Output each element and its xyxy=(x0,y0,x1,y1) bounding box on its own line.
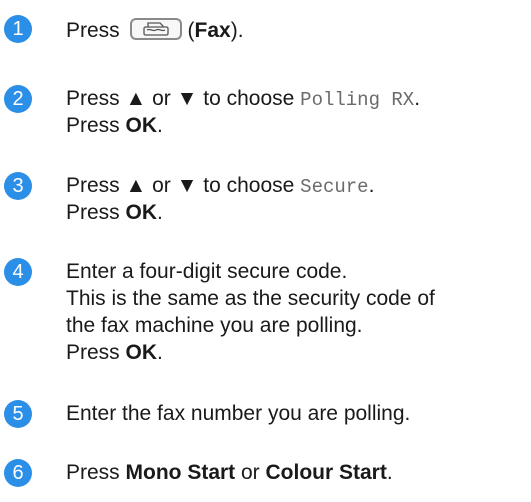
step-line: Press ▲ or ▼ to choose Polling RX. xyxy=(66,87,421,111)
step-text: Enter a four-digit secure code. This is … xyxy=(66,258,435,366)
step-number-badge: 2 xyxy=(4,85,32,113)
step-number-badge: 4 xyxy=(4,258,32,286)
step-number-badge: 1 xyxy=(4,15,32,43)
step-text: Press (Fax). xyxy=(66,17,244,44)
step-text: Press ▲ or ▼ to choose Polling RX. Press… xyxy=(66,85,420,139)
step-line: This is the same as the security code of xyxy=(66,287,435,310)
step-line: Press OK. xyxy=(66,201,163,224)
step-number-badge: 6 xyxy=(4,459,32,487)
step-number-badge: 3 xyxy=(4,172,32,200)
step-line: Press Mono Start or Colour Start. xyxy=(66,461,393,484)
step-line: Press OK. xyxy=(66,114,163,137)
step-text: Enter the fax number you are polling. xyxy=(66,400,410,427)
step-line: Press (Fax). xyxy=(66,18,244,42)
step-line: Press OK. xyxy=(66,341,163,364)
step-line: Enter a four-digit secure code. xyxy=(66,260,348,283)
step-line: Press ▲ or ▼ to choose Secure. xyxy=(66,174,375,198)
step-line: Enter the fax number you are polling. xyxy=(66,402,411,425)
step-line: the fax machine you are polling. xyxy=(66,314,363,337)
step-number-badge: 5 xyxy=(4,400,32,428)
step-text: Press Mono Start or Colour Start. xyxy=(66,459,393,486)
fax-key-icon xyxy=(129,18,182,41)
step-text: Press ▲ or ▼ to choose Secure. Press OK. xyxy=(66,172,374,226)
